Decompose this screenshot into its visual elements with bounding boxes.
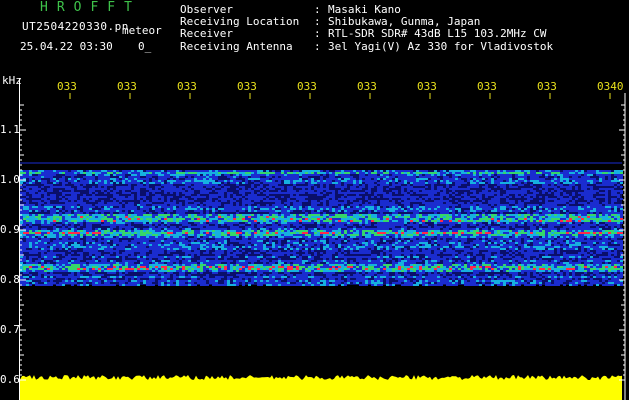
amplitude-trace xyxy=(20,375,622,400)
x-tick-label: 0340 xyxy=(597,80,624,93)
y-tick-label: 0.8 xyxy=(0,273,20,286)
x-tick-label: 033 xyxy=(537,80,557,93)
y-tick-label: 1.0 xyxy=(0,173,20,186)
amplitude-strip xyxy=(20,375,622,400)
x-tick-label: 033 xyxy=(297,80,317,93)
x-tick-label: 033 xyxy=(237,80,257,93)
x-tick-label: 033 xyxy=(477,80,497,93)
spectrogram-heatmap xyxy=(20,162,623,286)
y-tick-label: 1.1 xyxy=(0,123,20,136)
y-axis-unit: kHz xyxy=(2,74,22,87)
x-tick-label: 033 xyxy=(117,80,137,93)
x-tick-label: 033 xyxy=(177,80,197,93)
carrier-line xyxy=(20,162,622,164)
y-tick-label: 0.9 xyxy=(0,223,20,236)
y-tick-label: 0.7 xyxy=(0,323,20,336)
spectrogram-plot xyxy=(19,78,626,400)
y-tick-label: 0.6 xyxy=(0,373,20,386)
x-tick-label: 033 xyxy=(57,80,77,93)
x-tick-label: 033 xyxy=(417,80,437,93)
x-tick-label: 033 xyxy=(357,80,377,93)
